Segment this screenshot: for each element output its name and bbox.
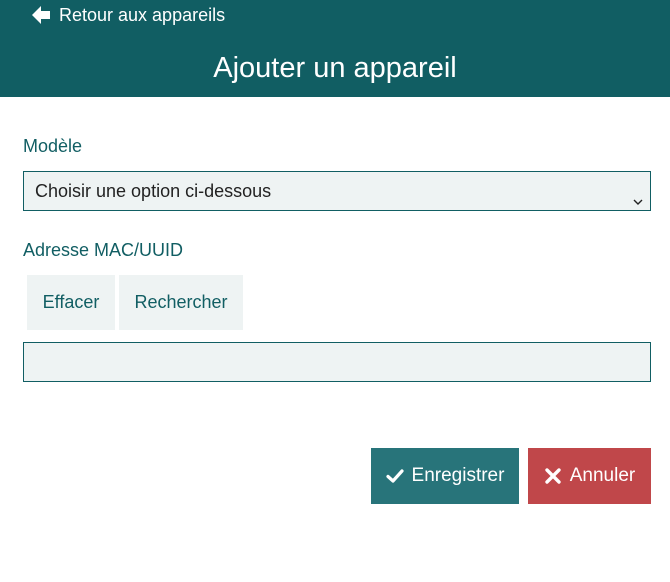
page-title: Ajouter un appareil: [213, 52, 457, 84]
check-icon: [385, 467, 404, 485]
model-select-value: Choisir une option ci-dessous: [35, 181, 272, 201]
cancel-button-label: Annuler: [569, 465, 636, 486]
page-header: Retour aux appareils Ajouter un appareil: [0, 0, 670, 97]
save-button[interactable]: Enregistrer: [371, 448, 519, 504]
mac-address-input[interactable]: [23, 342, 651, 382]
save-button-label: Enregistrer: [411, 465, 505, 486]
model-select[interactable]: Choisir une option ci-dessous: [23, 171, 651, 211]
clear-button[interactable]: Effacer: [27, 275, 115, 330]
cancel-button[interactable]: Annuler: [528, 448, 651, 504]
chevron-down-icon: [632, 184, 644, 205]
close-icon: [544, 467, 562, 485]
back-link-label: Retour aux appareils: [59, 4, 226, 25]
back-to-devices-link[interactable]: Retour aux appareils: [31, 4, 225, 26]
arrow-left-icon: [31, 5, 51, 25]
search-button[interactable]: Rechercher: [119, 275, 243, 330]
mac-address-label: Adresse MAC/UUID: [23, 240, 184, 260]
model-label: Modèle: [23, 136, 83, 156]
